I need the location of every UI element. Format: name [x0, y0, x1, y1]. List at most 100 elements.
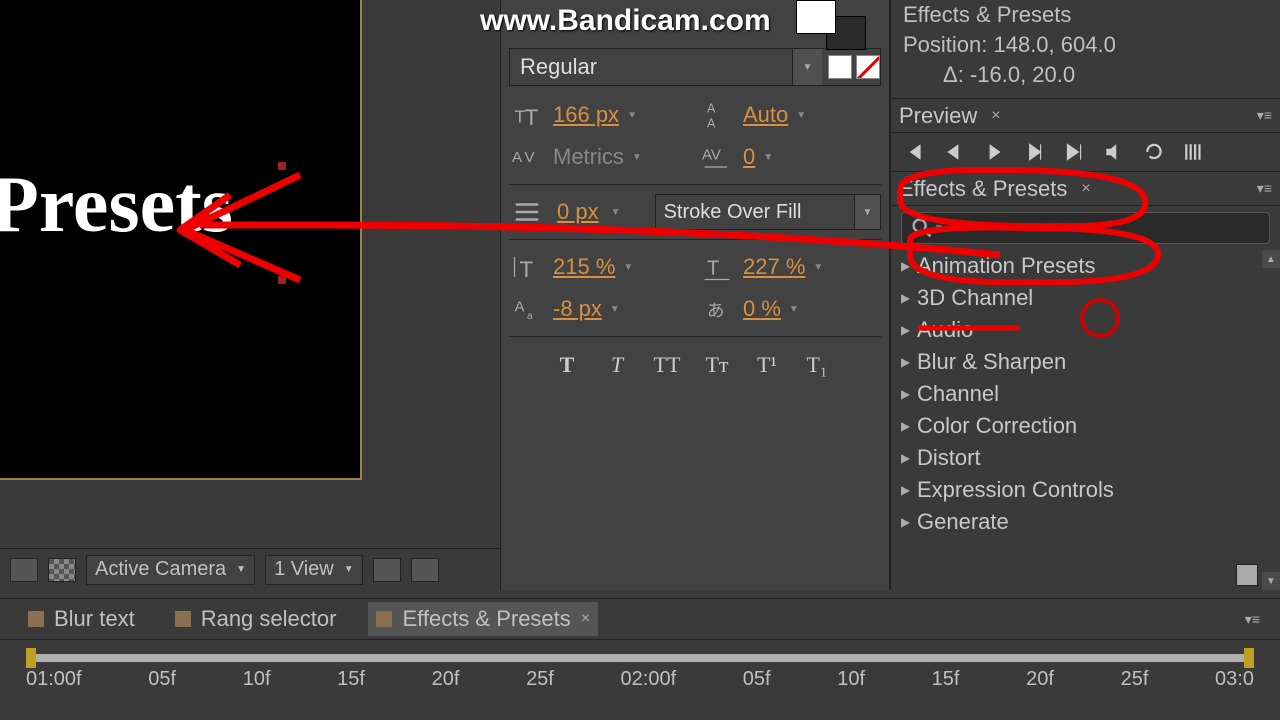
fg-color-swatch[interactable]	[796, 0, 836, 34]
tree-item-blur-sharpen[interactable]: Blur & Sharpen	[891, 346, 1280, 378]
allcaps-button[interactable]: TT	[649, 351, 685, 379]
panel-menu-icon[interactable]: ▾≡	[1257, 107, 1272, 124]
time-ticks: 01:00f 05f 10f 15f 20f 25f 02:00f 05f 10…	[0, 668, 1280, 691]
tsume-value[interactable]: 0 %	[743, 296, 781, 322]
comp-color-swatch	[28, 611, 44, 627]
svg-text:A: A	[512, 149, 522, 166]
close-icon[interactable]: ×	[991, 107, 1000, 125]
tree-item-expression-controls[interactable]: Expression Controls	[891, 474, 1280, 506]
timeline-tab-blur-text[interactable]: Blur text	[20, 602, 143, 636]
tree-item-animation-presets[interactable]: Animation Presets	[891, 250, 1280, 282]
chevron-right-icon	[901, 419, 917, 433]
chevron-down-icon	[792, 49, 822, 85]
tick-label: 20f	[432, 668, 460, 691]
stroke-width-value[interactable]: 0 px	[557, 199, 599, 225]
tick-label: 25f	[1121, 668, 1149, 691]
last-frame-button[interactable]	[1063, 141, 1085, 163]
time-marker-end[interactable]	[1244, 648, 1254, 668]
chevron-down-icon[interactable]	[611, 207, 635, 218]
timeline-tab-effects-presets[interactable]: Effects & Presets ×	[368, 602, 598, 636]
tick-label: 20f	[1026, 668, 1054, 691]
tree-item-generate[interactable]: Generate	[891, 506, 1280, 538]
chevron-down-icon[interactable]	[813, 262, 837, 273]
font-size-value[interactable]: 166 px	[553, 102, 619, 128]
close-icon[interactable]: ×	[581, 610, 590, 628]
time-marker-start[interactable]	[26, 648, 36, 668]
comp-color-swatch	[376, 611, 392, 627]
tracking-value[interactable]: 0	[743, 144, 755, 170]
faux-italic-button[interactable]: T	[599, 351, 635, 379]
toggle-alpha-button[interactable]	[10, 558, 38, 582]
fill-color-swatch[interactable]	[828, 55, 852, 79]
chevron-down-icon[interactable]	[623, 262, 647, 273]
effects-search-box[interactable]: ▼	[901, 212, 1270, 244]
vscale-value[interactable]: 215 %	[553, 254, 615, 280]
camera-view-dropdown[interactable]: Active Camera ▼	[86, 555, 255, 585]
loop-button[interactable]	[1143, 141, 1165, 163]
stroke-order-dropdown[interactable]: Stroke Over Fill	[655, 194, 881, 230]
prev-frame-button[interactable]	[943, 141, 965, 163]
chevron-right-icon	[901, 291, 917, 305]
fast-preview-button[interactable]	[411, 558, 439, 582]
svg-text:A: A	[515, 299, 525, 316]
info-title: Effects & Presets	[903, 0, 1268, 30]
chevron-right-icon	[901, 355, 917, 369]
tree-item-audio[interactable]: Audio	[891, 314, 1280, 346]
mute-button[interactable]	[1103, 141, 1125, 163]
toggle-transparency-button[interactable]	[48, 558, 76, 582]
viewer-toolbar: Active Camera ▼ 1 View ▼	[0, 548, 500, 590]
first-frame-button[interactable]	[903, 141, 925, 163]
chevron-down-icon[interactable]	[627, 110, 651, 121]
tick-label: 10f	[837, 668, 865, 691]
superscript-button[interactable]: T¹	[749, 351, 785, 379]
hscale-value[interactable]: 227 %	[743, 254, 805, 280]
composition-viewport[interactable]: Presets	[0, 0, 362, 480]
chevron-down-icon[interactable]	[632, 152, 656, 163]
scroll-up-button[interactable]: ▲	[1262, 250, 1280, 268]
chevron-down-icon: ▼	[344, 564, 354, 575]
play-button[interactable]	[983, 141, 1005, 163]
leading-value[interactable]: Auto	[743, 102, 788, 128]
chevron-down-icon[interactable]: ▼	[934, 223, 944, 234]
effects-search-input[interactable]	[944, 218, 1261, 239]
chevron-down-icon[interactable]	[763, 152, 787, 163]
smallcaps-button[interactable]: Tᴛ	[699, 351, 735, 379]
work-area-bar[interactable]	[26, 654, 1254, 662]
baseline-icon: Aa	[509, 294, 545, 324]
subscript-button[interactable]: T₁	[799, 351, 835, 379]
timeline-tabs: Blur text Rang selector Effects & Preset…	[0, 598, 1280, 640]
chevron-down-icon[interactable]	[796, 110, 820, 121]
pixel-ratio-button[interactable]	[373, 558, 401, 582]
font-size-icon: TT	[509, 100, 545, 130]
font-style-dropdown[interactable]: Regular	[509, 48, 881, 86]
tick-label: 05f	[743, 668, 771, 691]
faux-bold-button[interactable]: T	[549, 351, 585, 379]
view-layout-dropdown[interactable]: 1 View ▼	[265, 555, 363, 585]
tree-item-3d-channel[interactable]: 3D Channel	[891, 282, 1280, 314]
search-icon	[910, 213, 934, 243]
panel-menu-icon[interactable]: ▾≡	[1245, 611, 1260, 628]
scroll-down-button[interactable]: ▼	[1262, 572, 1280, 590]
effects-tree: Animation Presets 3D Channel Audio Blur …	[891, 250, 1280, 590]
stroke-color-swatch[interactable]	[856, 55, 880, 79]
kerning-value[interactable]: Metrics	[553, 144, 624, 170]
chevron-down-icon[interactable]	[789, 304, 813, 315]
next-frame-button[interactable]	[1023, 141, 1045, 163]
tree-item-channel[interactable]: Channel	[891, 378, 1280, 410]
chevron-down-icon[interactable]	[610, 304, 634, 315]
ram-preview-button[interactable]	[1183, 141, 1205, 163]
timeline-tab-rang-selector[interactable]: Rang selector	[167, 602, 345, 636]
scrollbar[interactable]: ▲ ▼	[1262, 250, 1280, 590]
view-layout-label: 1 View	[274, 558, 334, 581]
tree-item-distort[interactable]: Distort	[891, 442, 1280, 474]
close-icon[interactable]: ×	[1081, 180, 1090, 198]
tree-item-color-correction[interactable]: Color Correction	[891, 410, 1280, 442]
chevron-right-icon	[901, 483, 917, 497]
baseline-value[interactable]: -8 px	[553, 296, 602, 322]
panel-menu-icon[interactable]: ▾≡	[1257, 180, 1272, 197]
chevron-down-icon: ▼	[236, 564, 246, 575]
timeline-ruler[interactable]: 01:00f 05f 10f 15f 20f 25f 02:00f 05f 10…	[0, 640, 1280, 720]
new-folder-button[interactable]	[1236, 564, 1258, 586]
fg-bg-color-swatch[interactable]	[796, 0, 880, 50]
tick-label: 25f	[526, 668, 554, 691]
